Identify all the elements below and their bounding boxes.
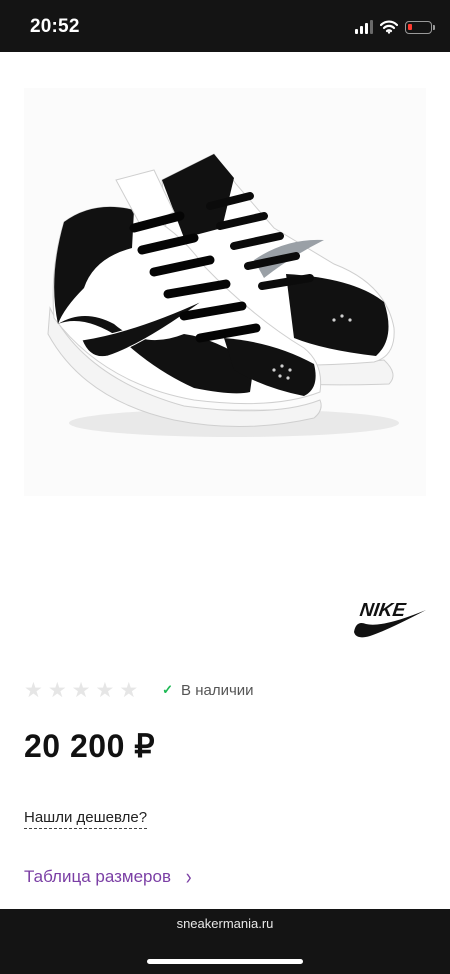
found-cheaper-link[interactable]: Нашли дешевле? [24, 809, 148, 829]
status-bar: 20:52 [0, 0, 450, 52]
rating-row: ★ ★ ★ ★ ★ ✓ В наличии [24, 678, 254, 702]
star-icon[interactable]: ★ [24, 680, 43, 701]
stock-status: ✓ В наличии [162, 682, 253, 699]
availability-text: В наличии [181, 681, 254, 699]
star-icon[interactable]: ★ [48, 680, 67, 701]
star-icon[interactable]: ★ [95, 680, 114, 701]
chevron-right-icon: › [185, 864, 192, 889]
url-text[interactable]: sneakermania.ru [0, 916, 450, 931]
svg-text:NIKE: NIKE [358, 600, 408, 621]
home-indicator[interactable] [147, 959, 303, 964]
browser-address-bar[interactable]: sneakermania.ru [0, 909, 450, 974]
battery-level [408, 23, 412, 30]
sneaker-image [47, 153, 399, 437]
wifi-icon [380, 20, 398, 34]
product-image[interactable] [24, 88, 426, 496]
status-icons [355, 17, 435, 37]
star-icon[interactable]: ★ [72, 680, 91, 701]
size-table-label: Таблица размеров [24, 867, 171, 886]
cellular-signal-icon [355, 20, 373, 34]
product-price: 20 200 ₽ [24, 728, 156, 764]
status-time: 20:52 [30, 16, 80, 37]
rating-stars: ★ ★ ★ ★ ★ [24, 680, 138, 701]
battery-icon [405, 20, 435, 34]
star-icon[interactable]: ★ [119, 680, 138, 701]
nike-logo: NIKE [354, 600, 426, 638]
check-icon: ✓ [162, 682, 174, 697]
size-table-link[interactable]: Таблица размеров › [24, 866, 192, 888]
